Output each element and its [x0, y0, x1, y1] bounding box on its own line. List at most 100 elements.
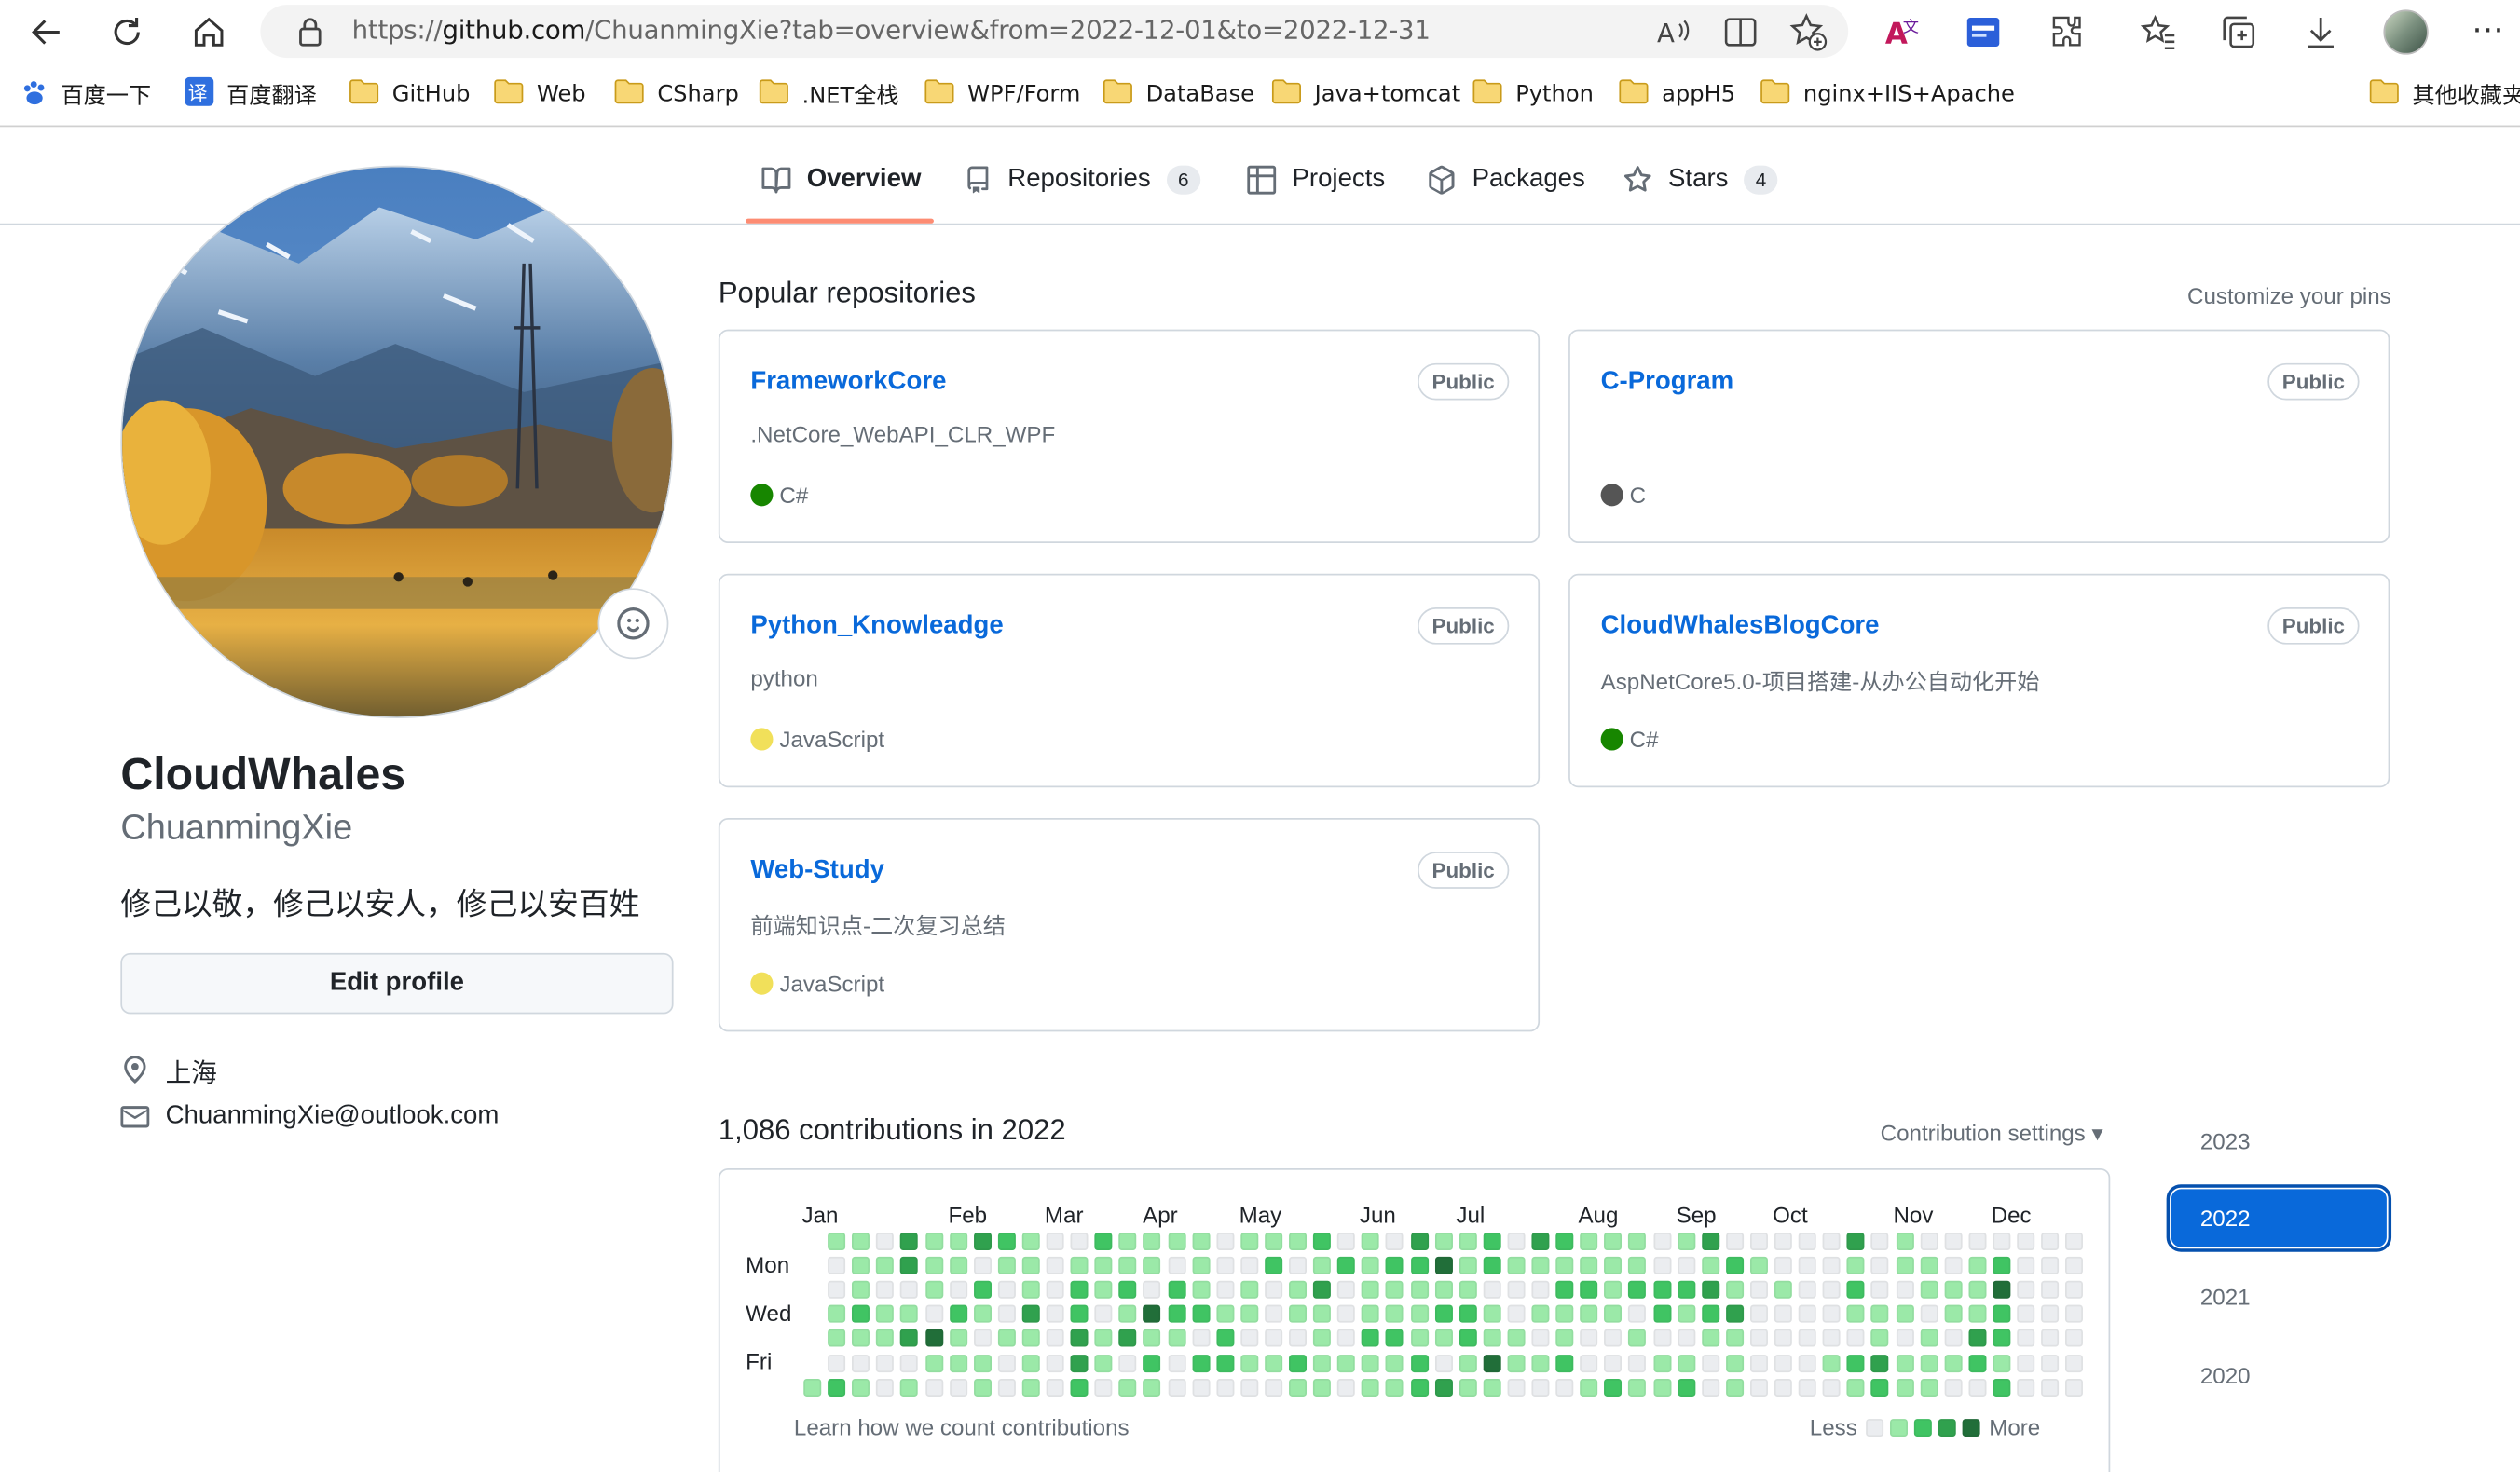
contribution-day-cell[interactable] — [1239, 1257, 1258, 1275]
contribution-day-cell[interactable] — [1313, 1281, 1332, 1300]
contribution-day-cell[interactable] — [852, 1354, 870, 1372]
contribution-day-cell[interactable] — [1628, 1354, 1647, 1372]
contribution-day-cell[interactable] — [1580, 1281, 1598, 1300]
contribution-day-cell[interactable] — [1046, 1329, 1064, 1348]
contribution-day-cell[interactable] — [1118, 1281, 1137, 1300]
repo-name-link[interactable]: Python_Knowleadge — [750, 612, 1003, 641]
contribution-day-cell[interactable] — [1143, 1329, 1161, 1348]
tab-stars[interactable]: Stars 4 — [1623, 155, 1778, 206]
contribution-day-cell[interactable] — [973, 1232, 992, 1250]
contribution-day-cell[interactable] — [1046, 1281, 1064, 1300]
contribution-day-cell[interactable] — [1896, 1329, 1914, 1348]
contribution-day-cell[interactable] — [1822, 1378, 1841, 1397]
download-icon[interactable] — [2301, 13, 2339, 60]
contribution-day-cell[interactable] — [924, 1354, 943, 1372]
contribution-day-cell[interactable] — [973, 1378, 992, 1397]
contribution-day-cell[interactable] — [1725, 1354, 1744, 1372]
contribution-day-cell[interactable] — [1749, 1354, 1768, 1372]
contribution-day-cell[interactable] — [1215, 1305, 1234, 1324]
contribution-day-cell[interactable] — [1483, 1232, 1501, 1250]
tab-repositories[interactable]: Repositories 6 — [965, 155, 1200, 206]
contribution-day-cell[interactable] — [1167, 1378, 1185, 1397]
contribution-day-cell[interactable] — [1604, 1305, 1623, 1324]
contribution-day-cell[interactable] — [1604, 1232, 1623, 1250]
contribution-day-cell[interactable] — [1993, 1281, 2011, 1300]
contribution-day-cell[interactable] — [828, 1232, 846, 1250]
contribution-day-cell[interactable] — [803, 1378, 822, 1397]
contribution-day-cell[interactable] — [1239, 1378, 1258, 1397]
contribution-day-cell[interactable] — [1555, 1281, 1574, 1300]
bookmark-folder[interactable]: Java+tomcat — [1271, 77, 1460, 113]
contribution-day-cell[interactable] — [1410, 1281, 1429, 1300]
contribution-day-cell[interactable] — [1920, 1257, 1938, 1275]
contribution-day-cell[interactable] — [1459, 1305, 1477, 1324]
contribution-day-cell[interactable] — [1410, 1354, 1429, 1372]
contribution-day-cell[interactable] — [1701, 1305, 1719, 1324]
contribution-day-cell[interactable] — [1459, 1257, 1477, 1275]
contribution-day-cell[interactable] — [1944, 1329, 1963, 1348]
contribution-day-cell[interactable] — [1701, 1329, 1719, 1348]
contribution-day-cell[interactable] — [1264, 1281, 1282, 1300]
contribution-day-cell[interactable] — [1143, 1305, 1161, 1324]
contribution-day-cell[interactable] — [1070, 1232, 1089, 1250]
contribution-day-cell[interactable] — [1968, 1257, 1987, 1275]
contribution-day-cell[interactable] — [1993, 1329, 2011, 1348]
contribution-day-cell[interactable] — [1701, 1354, 1719, 1372]
contribution-day-cell[interactable] — [1628, 1378, 1647, 1397]
contribution-day-cell[interactable] — [1896, 1305, 1914, 1324]
contribution-day-cell[interactable] — [1725, 1305, 1744, 1324]
contribution-day-cell[interactable] — [1434, 1354, 1453, 1372]
contribution-day-cell[interactable] — [900, 1257, 919, 1275]
contribution-day-cell[interactable] — [2017, 1281, 2035, 1300]
contribution-day-cell[interactable] — [1507, 1354, 1526, 1372]
contribution-day-cell[interactable] — [1264, 1232, 1282, 1250]
contribution-day-cell[interactable] — [973, 1354, 992, 1372]
contribution-day-cell[interactable] — [949, 1232, 967, 1250]
contribution-day-cell[interactable] — [2017, 1329, 2035, 1348]
contribution-day-cell[interactable] — [1143, 1232, 1161, 1250]
contribution-day-cell[interactable] — [1289, 1232, 1308, 1250]
contribution-day-cell[interactable] — [1483, 1281, 1501, 1300]
contribution-day-cell[interactable] — [1483, 1354, 1501, 1372]
contribution-day-cell[interactable] — [1822, 1329, 1841, 1348]
contribution-day-cell[interactable] — [1410, 1257, 1429, 1275]
bookmark-item[interactable]: 译 百度翻译 — [185, 76, 317, 113]
contribution-day-cell[interactable] — [1968, 1305, 1987, 1324]
contribution-day-cell[interactable] — [997, 1281, 1016, 1300]
contribution-day-cell[interactable] — [1846, 1257, 1865, 1275]
contribution-day-cell[interactable] — [1846, 1281, 1865, 1300]
contribution-day-cell[interactable] — [1046, 1354, 1064, 1372]
contribution-day-cell[interactable] — [900, 1281, 919, 1300]
contribution-day-cell[interactable] — [1725, 1378, 1744, 1397]
contribution-day-cell[interactable] — [828, 1329, 846, 1348]
contribution-day-cell[interactable] — [1555, 1305, 1574, 1324]
contribution-day-cell[interactable] — [1968, 1232, 1987, 1250]
contribution-day-cell[interactable] — [1774, 1354, 1792, 1372]
contribution-day-cell[interactable] — [1021, 1257, 1040, 1275]
contribution-day-cell[interactable] — [1652, 1305, 1671, 1324]
contribution-day-cell[interactable] — [1167, 1281, 1185, 1300]
contribution-day-cell[interactable] — [949, 1354, 967, 1372]
contribution-day-cell[interactable] — [1313, 1354, 1332, 1372]
contribution-day-cell[interactable] — [1944, 1257, 1963, 1275]
contribution-day-cell[interactable] — [852, 1378, 870, 1397]
contribution-day-cell[interactable] — [1191, 1232, 1210, 1250]
contribution-day-cell[interactable] — [1749, 1378, 1768, 1397]
contribution-day-cell[interactable] — [1774, 1378, 1792, 1397]
contribution-day-cell[interactable] — [2041, 1378, 2060, 1397]
contribution-day-cell[interactable] — [1239, 1232, 1258, 1250]
contribution-day-cell[interactable] — [828, 1305, 846, 1324]
contribution-day-cell[interactable] — [924, 1281, 943, 1300]
contribution-day-cell[interactable] — [1920, 1305, 1938, 1324]
contribution-day-cell[interactable] — [1944, 1281, 1963, 1300]
contribution-day-cell[interactable] — [2041, 1305, 2060, 1324]
repo-name-link[interactable]: FrameworkCore — [750, 368, 946, 397]
tab-projects[interactable]: Projects — [1247, 155, 1385, 206]
contribution-day-cell[interactable] — [1191, 1378, 1210, 1397]
contribution-day-cell[interactable] — [1749, 1329, 1768, 1348]
contribution-day-cell[interactable] — [1167, 1329, 1185, 1348]
contribution-day-cell[interactable] — [1531, 1281, 1550, 1300]
contribution-day-cell[interactable] — [876, 1257, 895, 1275]
contribution-day-cell[interactable] — [1725, 1257, 1744, 1275]
contribution-day-cell[interactable] — [1677, 1378, 1695, 1397]
